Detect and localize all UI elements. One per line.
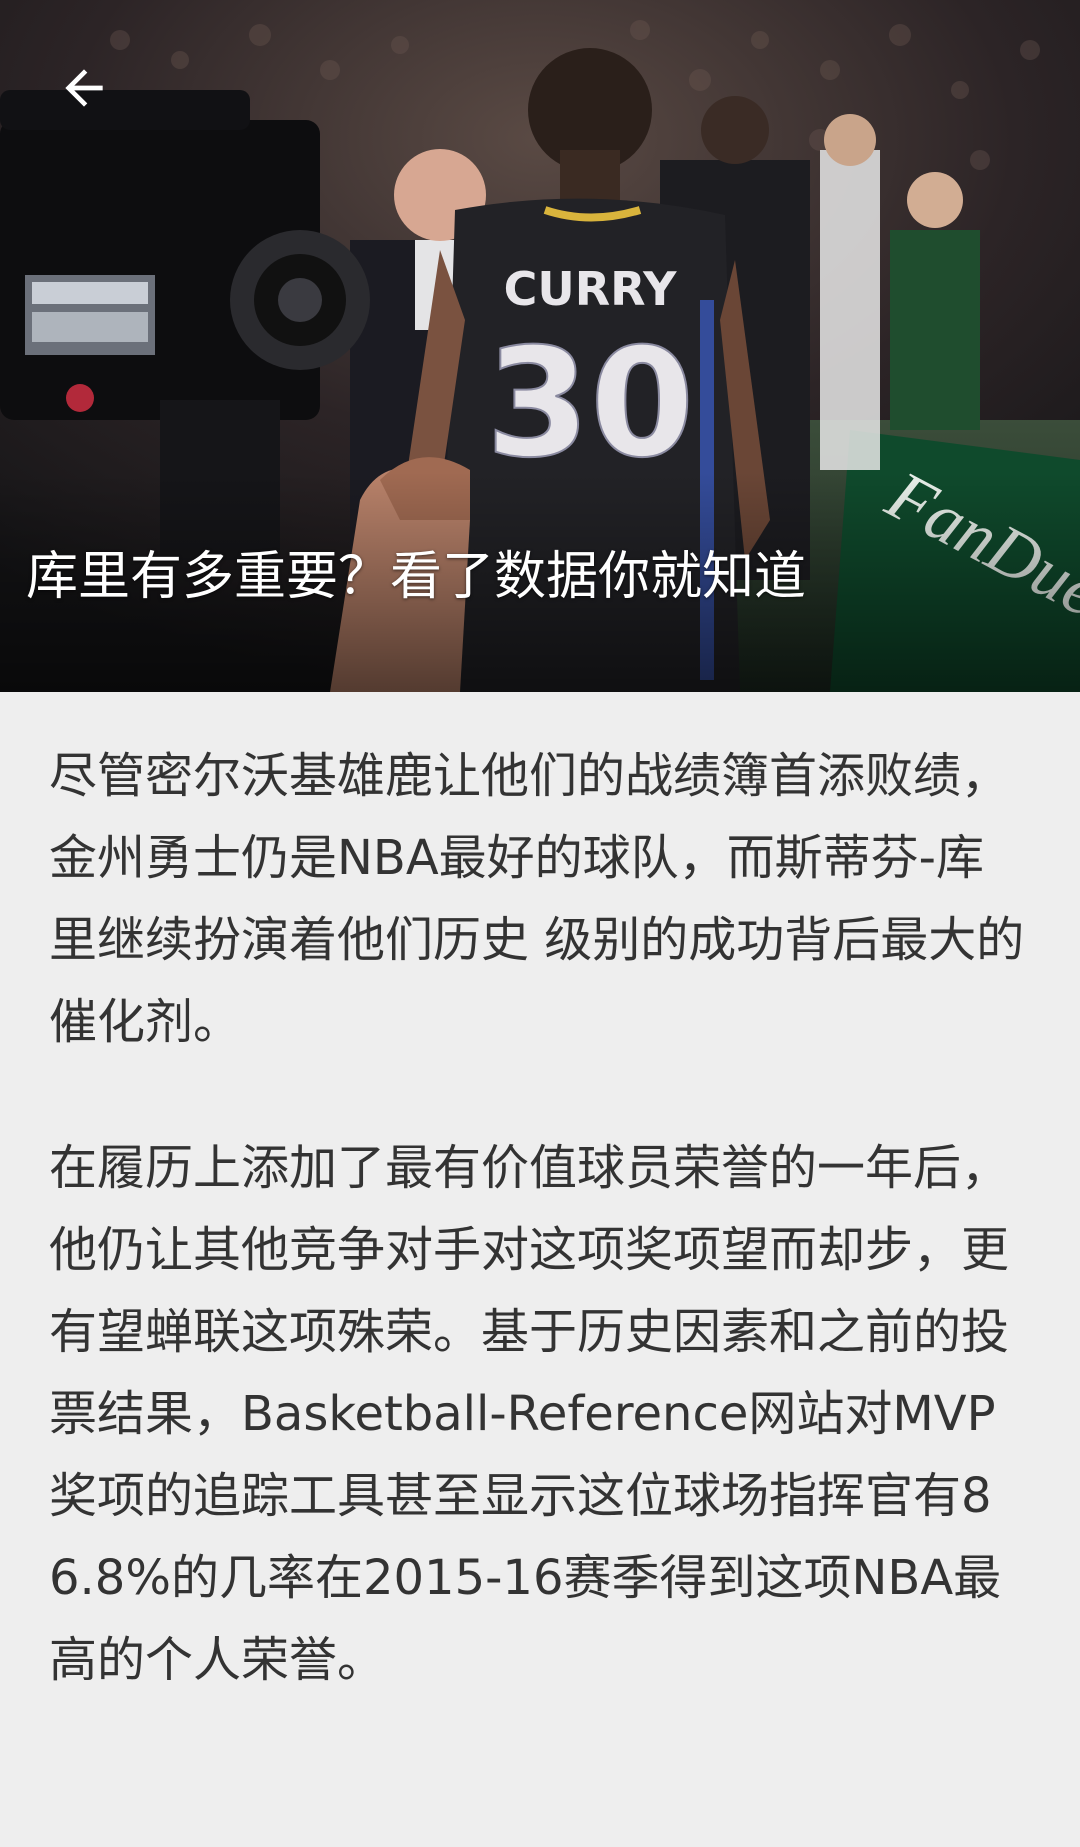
article-paragraph: 在履历上添加了最有价值球员荣誉的一年后，他仍让其他竞争对手对这项奖项望而却步，更…: [49, 1140, 1010, 1688]
article-title: 库里有多重要？看了数据你就知道: [26, 547, 807, 607]
jersey-number-label: 30: [486, 317, 695, 491]
arrow-left-icon: [65, 69, 103, 107]
hero-image: FanDuel CURRY 30: [0, 0, 1080, 692]
back-button[interactable]: [48, 52, 120, 124]
article-body: 尽管密尔沃基雄鹿让他们的战绩簿首添败绩，金州勇士仍是NBA最好的球队，而斯蒂芬-…: [49, 735, 1031, 1765]
article-paragraph: 尽管密尔沃基雄鹿让他们的战绩簿首添败绩，金州勇士仍是NBA最好的球队，而斯蒂芬-…: [49, 748, 1025, 1050]
jersey-name-label: CURRY: [504, 262, 677, 316]
